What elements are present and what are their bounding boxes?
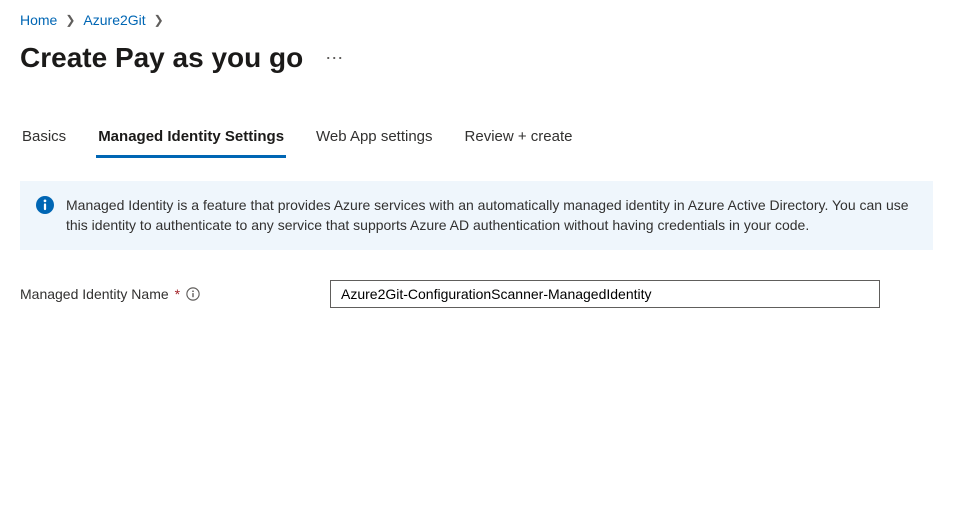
more-icon[interactable]: ⋯: [321, 45, 349, 71]
tab-basics[interactable]: Basics: [20, 122, 68, 158]
breadcrumb-azure2git[interactable]: Azure2Git: [83, 12, 145, 28]
tab-managed-identity-settings[interactable]: Managed Identity Settings: [96, 122, 286, 158]
tab-web-app-settings[interactable]: Web App settings: [314, 122, 434, 158]
info-icon: [36, 196, 54, 214]
info-text: Managed Identity is a feature that provi…: [66, 195, 917, 236]
chevron-right-icon: ❯: [154, 13, 164, 27]
managed-identity-name-input[interactable]: [330, 280, 880, 308]
required-asterisk: *: [175, 286, 180, 302]
managed-identity-name-label: Managed Identity Name *: [20, 286, 330, 302]
chevron-right-icon: ❯: [65, 13, 75, 27]
breadcrumb: Home ❯ Azure2Git ❯: [20, 12, 933, 28]
label-text: Managed Identity Name: [20, 286, 169, 302]
breadcrumb-home[interactable]: Home: [20, 12, 57, 28]
tabs: Basics Managed Identity Settings Web App…: [20, 122, 933, 159]
info-circle-icon[interactable]: [186, 287, 200, 301]
form-row-managed-identity-name: Managed Identity Name *: [20, 280, 933, 308]
info-box: Managed Identity is a feature that provi…: [20, 181, 933, 250]
tab-review-create[interactable]: Review + create: [463, 122, 575, 158]
page-title: Create Pay as you go: [20, 42, 303, 74]
